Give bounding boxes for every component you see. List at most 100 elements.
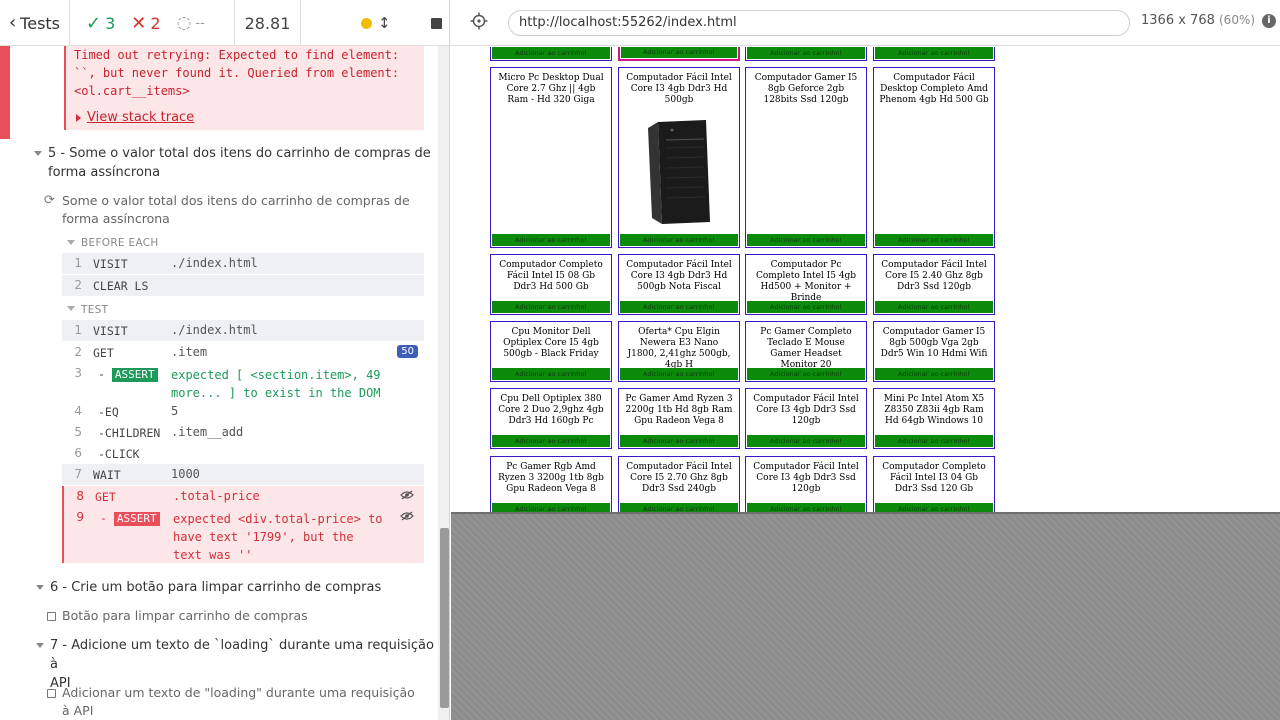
- suite-7-title-line: 7 - Adicione um texto de `loading` duran…: [50, 638, 434, 672]
- reporter-scroll-thumb[interactable]: [440, 528, 449, 708]
- test-6-title[interactable]: Botão para limpar carrinho de compras: [62, 607, 308, 625]
- cross-icon: ✕: [131, 12, 147, 34]
- test-header[interactable]: TEST: [81, 304, 108, 316]
- stop-icon[interactable]: [430, 17, 442, 29]
- command-number: 5: [74, 425, 82, 439]
- command-row[interactable]: 1 VISIT ./index.html: [62, 253, 424, 274]
- before-each-header[interactable]: BEFORE EACH: [81, 237, 159, 249]
- product-title: Computador Gamer I5 8gb 500gb Vga 2gb Dd…: [880, 327, 988, 359]
- product-title: Computador Pc Completo Intel I5 4gb Hd50…: [755, 260, 857, 303]
- auto-scroll-icon[interactable]: ↕: [378, 14, 391, 32]
- product-image: [648, 120, 710, 224]
- pending-checkbox-icon: [47, 612, 56, 621]
- command-row[interactable]: 7 WAIT 1000: [62, 464, 424, 485]
- add-to-cart-button[interactable]: Adicionar ao carrinho!: [875, 234, 993, 246]
- add-to-cart-button[interactable]: Adicionar ao carrinho!: [620, 234, 738, 246]
- command-message: expected <div.total-price> to have text …: [173, 510, 383, 564]
- product-item: Computador Fácil Desktop Completo Amd Ph…: [873, 67, 995, 248]
- command-row[interactable]: 4 -EQ 5: [62, 401, 424, 422]
- add-to-cart-button[interactable]: Adicionar ao carrinho!: [620, 301, 738, 313]
- pending-stat[interactable]: ◌ --: [177, 13, 205, 33]
- product-item: Oferta* Cpu Elgin Newera E3 Nano J1800, …: [618, 321, 740, 382]
- command-row[interactable]: 6 -CLICK: [62, 443, 424, 464]
- caret-down-icon[interactable]: [36, 585, 44, 590]
- eye-slash-icon[interactable]: [400, 511, 414, 521]
- add-to-cart-button[interactable]: Adicionar ao carrinho!: [620, 435, 738, 447]
- add-to-cart-button[interactable]: Adicionar ao carrinho!: [875, 503, 993, 512]
- add-to-cart-button[interactable]: Adicionar ao carrinho!: [747, 301, 865, 313]
- add-to-cart-button[interactable]: Adicionar ao carrinho!: [747, 234, 865, 246]
- add-to-cart-button[interactable]: Adicionar ao carrinho!: [747, 435, 865, 447]
- product-item: Computador Fácil Intel Core I5 2.40 Ghz …: [873, 254, 995, 315]
- reporter-body: Timed out retrying: Expected to find ele…: [0, 46, 438, 720]
- command-name: GET: [95, 490, 116, 504]
- url-bar[interactable]: http://localhost:55262/index.html: [508, 10, 1130, 36]
- add-to-cart-button[interactable]: Adicionar ao carrinho!: [620, 368, 738, 380]
- caret-down-icon[interactable]: [67, 306, 75, 311]
- tests-back-button[interactable]: ‹ Tests: [0, 0, 70, 46]
- add-to-cart-button[interactable]: Adicionar ao carrinho!: [492, 234, 610, 246]
- add-to-cart-button[interactable]: Adicionar ao carrinho!: [747, 47, 865, 59]
- command-row[interactable]: 3 - ASSERT expected [ <section.item>, 49…: [62, 363, 424, 405]
- command-number: 9: [76, 510, 84, 524]
- viewport-scale: (60%): [1219, 13, 1256, 27]
- caret-down-icon[interactable]: [36, 643, 44, 648]
- aut-iframe: Adicionar ao carrinho! Adicionar ao carr…: [451, 47, 1280, 512]
- product-item: Adicionar ao carrinho!: [873, 47, 995, 61]
- eye-slash-icon[interactable]: [400, 490, 414, 500]
- view-stack-trace-link[interactable]: View stack trace: [76, 109, 194, 127]
- product-title: Oferta* Cpu Elgin Newera E3 Nano J1800, …: [627, 327, 731, 370]
- command-name: VISIT: [93, 257, 128, 271]
- stats-bar: ✓ 3 ✕ 2 ◌ --: [70, 0, 235, 46]
- command-message: expected [ <section.item>, 49 more... ] …: [171, 366, 381, 402]
- product-item: Pc Gamer Amd Ryzen 3 2200g 1tb Hd 8gb Ra…: [618, 388, 740, 449]
- failed-indicator-bar: [0, 46, 10, 139]
- suite-5-title-line: 5 - Some o valor total dos itens do carr…: [48, 146, 431, 161]
- assert-message-line: text was '': [173, 548, 253, 562]
- test-5-title[interactable]: Some o valor total dos itens do carrinho…: [62, 192, 410, 228]
- command-number: 2: [74, 278, 82, 292]
- command-number: 3: [74, 366, 82, 380]
- add-to-cart-button[interactable]: Adicionar ao carrinho!: [492, 435, 610, 447]
- product-title: Computador Fácil Intel Core I3 4gb Ddr3 …: [753, 462, 859, 494]
- add-to-cart-button[interactable]: Adicionar ao carrinho!: [875, 301, 993, 313]
- add-to-cart-button[interactable]: Adicionar ao carrinho!: [875, 368, 993, 380]
- add-to-cart-button[interactable]: Adicionar ao carrinho!: [492, 47, 610, 59]
- command-row[interactable]: 2 GET .item 50: [62, 342, 424, 363]
- failed-count: 2: [150, 13, 161, 33]
- add-to-cart-button[interactable]: Adicionar ao carrinho!: [747, 503, 865, 512]
- add-to-cart-button[interactable]: Adicionar ao carrinho!: [875, 435, 993, 447]
- add-to-cart-button[interactable]: Adicionar ao carrinho!: [621, 47, 737, 58]
- command-row-failed[interactable]: 9 - ASSERT expected <div.total-price> to…: [62, 507, 424, 563]
- error-message: Timed out retrying: Expected to find ele…: [74, 48, 400, 98]
- add-to-cart-button[interactable]: Adicionar ao carrinho!: [492, 301, 610, 313]
- command-row-failed[interactable]: 8 GET .total-price: [62, 486, 424, 507]
- crosshair-icon[interactable]: [470, 12, 488, 30]
- command-message: 1000: [171, 467, 200, 481]
- add-to-cart-button[interactable]: Adicionar ao carrinho!: [492, 503, 610, 512]
- add-to-cart-button[interactable]: Adicionar ao carrinho!: [875, 47, 993, 59]
- suite-5-title[interactable]: 5 - Some o valor total dos itens do carr…: [48, 144, 431, 182]
- add-to-cart-button[interactable]: Adicionar ao carrinho!: [747, 368, 865, 380]
- command-number: 8: [76, 489, 84, 503]
- passed-stat[interactable]: ✓ 3: [86, 13, 115, 34]
- command-row[interactable]: 1 VISIT ./index.html: [62, 320, 424, 341]
- add-to-cart-button[interactable]: Adicionar ao carrinho!: [620, 503, 738, 512]
- product-item: Adicionar ao carrinho!: [745, 47, 867, 61]
- command-row[interactable]: 5 -CHILDREN .item__add: [62, 422, 424, 443]
- product-title: Cpu Monitor Dell Optiplex Core I5 4gb 50…: [503, 327, 599, 359]
- command-row[interactable]: 2 CLEAR LS: [62, 275, 424, 296]
- test-7-title[interactable]: Adicionar um texto de "loading" durante …: [62, 684, 415, 720]
- command-message: 5: [171, 404, 179, 418]
- product-title: Mini Pc Intel Atom X5 Z8350 Z83ii 4gb Ra…: [883, 394, 985, 426]
- info-icon[interactable]: i: [1262, 14, 1276, 28]
- test-7-title-line: à API: [62, 703, 94, 718]
- failed-stat[interactable]: ✕ 2: [131, 13, 160, 34]
- assert-message-line: expected <div.total-price> to: [173, 512, 383, 526]
- caret-down-icon[interactable]: [67, 240, 75, 245]
- add-to-cart-button[interactable]: Adicionar ao carrinho!: [492, 368, 610, 380]
- product-title: Computador Gamer I5 8gb Geforce 2gb 128b…: [754, 73, 858, 105]
- caret-down-icon[interactable]: [34, 151, 42, 156]
- suite-6-title[interactable]: 6 - Crie um botão para limpar carrinho d…: [50, 578, 381, 597]
- command-name: - ASSERT: [100, 511, 160, 526]
